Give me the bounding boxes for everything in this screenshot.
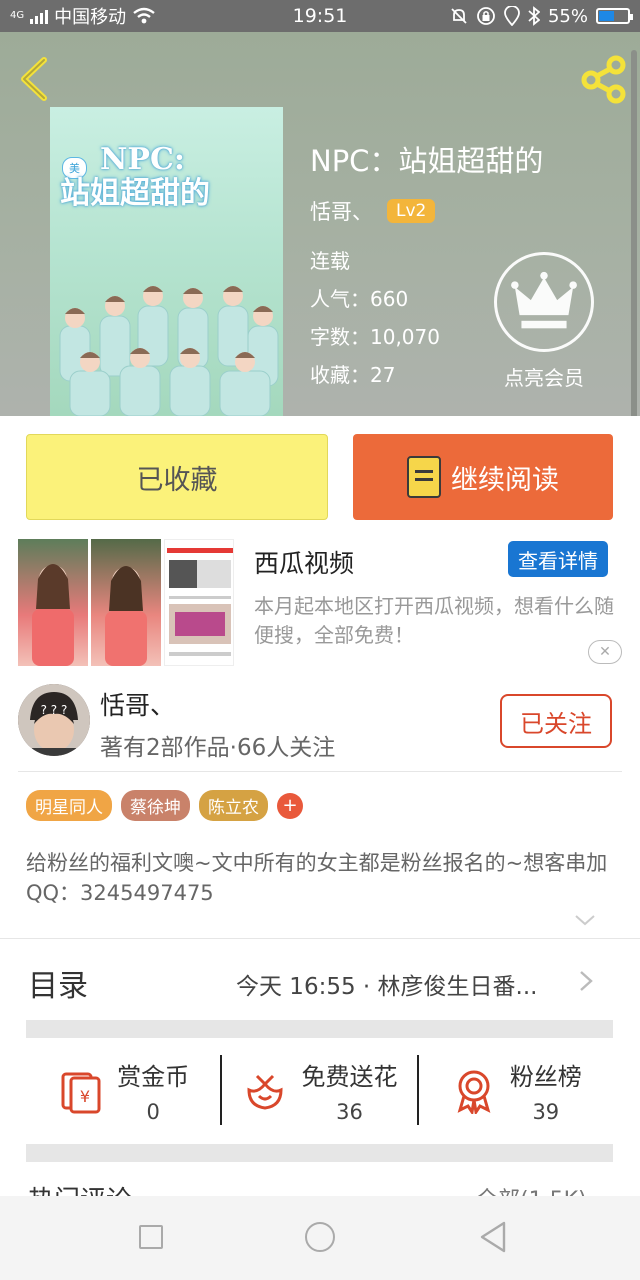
battery-percent: 55% — [547, 5, 588, 27]
author-name[interactable]: 恬哥、 — [100, 686, 175, 722]
author-box[interactable]: ? ? ? 恬哥、 著有2部作品·66人关注 已关注 — [0, 676, 640, 772]
system-nav-bar — [0, 1196, 640, 1280]
location-icon — [504, 6, 520, 26]
cover-title: NPC: 站姐超甜的 — [60, 142, 210, 211]
recent-apps-button[interactable] — [139, 1225, 163, 1249]
book-word-count: 字数：10,070 — [310, 325, 440, 349]
lock-rotation-icon — [477, 7, 495, 25]
share-icon[interactable] — [580, 54, 630, 104]
scrollbar[interactable] — [631, 50, 637, 440]
book-detail-page: 4G 中国移动 19:51 55% 美 NPC: 站姐超甜的 NPC：站姐超甜的… — [0, 0, 640, 1280]
ad-thumbnail — [18, 539, 88, 666]
ad-close-button[interactable]: ✕ — [588, 640, 622, 664]
battery-icon — [596, 8, 633, 24]
book-status: 连载 — [310, 249, 350, 273]
cover-illustration — [59, 286, 279, 416]
continue-reading-button[interactable]: 继续阅读 — [353, 434, 613, 520]
ad-title: 西瓜视频 — [254, 549, 355, 578]
crown-icon[interactable] — [494, 252, 594, 352]
collected-button[interactable]: 已收藏 — [26, 434, 328, 520]
section-gap — [26, 1020, 613, 1038]
continue-reading-label: 继续阅读 — [451, 464, 559, 496]
author-stats: 著有2部作品·66人关注 — [100, 735, 336, 761]
divider — [18, 771, 622, 772]
book-header: 美 NPC: 站姐超甜的 NPC：站姐超甜的 恬哥、 Lv2 连载 人气：660… — [0, 32, 640, 416]
tag-list: 明星同人 蔡徐坤 陈立农 + — [26, 790, 303, 821]
vip-label[interactable]: 点亮会员 — [488, 362, 600, 391]
book-favorites: 收藏：27 — [310, 363, 396, 387]
author-level-badge: Lv2 — [387, 199, 436, 223]
chevron-down-icon[interactable] — [574, 914, 596, 926]
book-description: 给粉丝的福利文噢~文中所有的女主都是粉丝报名的~想客串加QQ：324549747… — [26, 851, 608, 905]
back-icon[interactable] — [14, 54, 54, 104]
bluetooth-icon — [528, 6, 540, 26]
book-author-name[interactable]: 恬哥、 — [310, 196, 373, 226]
ad-thumbnail — [91, 539, 161, 666]
reward-stats: ¥ 赏金币 0 免费送花 36 粉丝榜 39 — [26, 1040, 613, 1140]
status-bar: 4G 中国移动 19:51 55% — [0, 0, 640, 32]
stat-flowers[interactable]: 免费送花 36 — [220, 1055, 416, 1125]
book-meta: 连载 人气：660 字数：10,070 收藏：27 — [310, 242, 440, 394]
follow-button[interactable]: 已关注 — [500, 694, 612, 748]
medal-icon — [457, 1070, 491, 1114]
ad-banner[interactable]: 西瓜视频 查看详情 本月起本地区打开西瓜视频，想看什么随便搜，全部免费！ ✕ — [0, 536, 640, 676]
stat-fans[interactable]: 粉丝榜 39 — [416, 1055, 613, 1125]
back-nav-icon[interactable] — [478, 1220, 508, 1254]
add-tag-button[interactable]: + — [277, 792, 303, 819]
toc-latest-chapter: 今天 16:55 · 林彦俊生日番... — [236, 974, 538, 1000]
book-icon — [407, 456, 441, 498]
book-popularity: 人气：660 — [310, 287, 409, 311]
book-title: NPC：站姐超甜的 — [310, 144, 544, 178]
svg-text:¥: ¥ — [80, 1087, 90, 1106]
book-content: 已收藏 继续阅读 西瓜视频 查看详情 本月起本地区打开西瓜视频，想看什么随便搜，… — [0, 416, 640, 1216]
bell-muted-icon — [451, 8, 467, 24]
section-gap — [26, 1144, 613, 1162]
home-button[interactable] — [305, 1222, 335, 1252]
flower-icon — [247, 1074, 283, 1110]
toc-label: 目录 — [28, 969, 88, 1004]
chevron-right-icon — [580, 971, 593, 991]
ad-description: 本月起本地区打开西瓜视频，想看什么随便搜，全部免费！ — [254, 594, 614, 647]
ad-thumbnail — [164, 539, 234, 666]
tag[interactable]: 蔡徐坤 — [121, 790, 190, 821]
tag[interactable]: 明星同人 — [26, 790, 112, 821]
tag[interactable]: 陈立农 — [199, 790, 268, 821]
stat-coins[interactable]: ¥ 赏金币 0 — [26, 1055, 220, 1125]
svg-text:? ? ?: ? ? ? — [41, 703, 68, 717]
red-envelope-icon: ¥ — [61, 1072, 101, 1114]
table-of-contents-row[interactable]: 目录 今天 16:55 · 林彦俊生日番... — [0, 938, 640, 1022]
book-cover[interactable]: 美 NPC: 站姐超甜的 — [50, 107, 283, 416]
avatar[interactable]: ? ? ? — [18, 684, 90, 756]
ad-details-button[interactable]: 查看详情 — [508, 541, 608, 577]
